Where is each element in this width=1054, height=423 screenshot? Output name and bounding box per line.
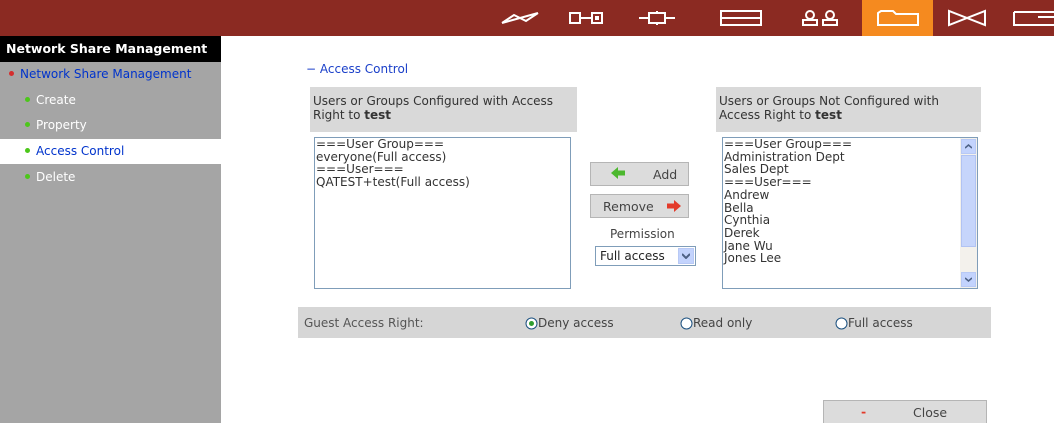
bullet-icon bbox=[25, 97, 30, 102]
remove-button-label: Remove bbox=[603, 199, 654, 214]
chevron-up-icon bbox=[965, 144, 972, 149]
guest-option-deny[interactable]: Deny access bbox=[525, 316, 614, 330]
close-button[interactable]: - Close bbox=[823, 400, 987, 423]
remove-button[interactable]: Remove bbox=[590, 194, 689, 218]
list-item[interactable]: Andrew bbox=[723, 189, 959, 202]
add-button[interactable]: Add bbox=[590, 162, 689, 186]
bullet-icon bbox=[9, 71, 14, 76]
configured-list[interactable]: ===User Group=== everyone(Full access) =… bbox=[314, 137, 571, 289]
not-configured-share-name: test bbox=[815, 108, 842, 122]
chevron-down-icon bbox=[965, 277, 972, 282]
guest-option-label: Deny access bbox=[538, 316, 614, 330]
radio-unchecked-icon[interactable] bbox=[835, 317, 848, 330]
list-item[interactable]: QATEST+test(Full access) bbox=[315, 176, 570, 189]
network-icon[interactable] bbox=[558, 0, 614, 36]
list-item[interactable]: ===User Group=== bbox=[315, 138, 570, 151]
configured-share-name: test bbox=[364, 108, 392, 122]
list-item[interactable]: ===User=== bbox=[723, 176, 959, 189]
sidebar-item-property[interactable]: Property bbox=[0, 113, 221, 138]
chevron-down-icon[interactable] bbox=[678, 248, 694, 264]
share-folder-icon[interactable] bbox=[862, 0, 933, 36]
users-icon[interactable] bbox=[790, 0, 850, 36]
scroll-thumb[interactable] bbox=[961, 155, 976, 247]
arrow-left-icon bbox=[611, 167, 625, 182]
quick-config-icon[interactable] bbox=[492, 0, 548, 36]
guest-access-label: Guest Access Right: bbox=[304, 316, 424, 330]
sidebar-item-label: Delete bbox=[36, 170, 76, 184]
add-button-label: Add bbox=[653, 167, 678, 182]
sidebar-item-create[interactable]: Create bbox=[0, 88, 221, 113]
sidebar-item-label: Access Control bbox=[36, 144, 125, 158]
list-item[interactable]: ===User Group=== bbox=[723, 138, 959, 151]
bullet-icon bbox=[25, 148, 30, 153]
top-navigation-bar bbox=[0, 0, 1054, 36]
list-item[interactable]: Jones Lee bbox=[723, 252, 959, 265]
applications-icon[interactable] bbox=[1010, 0, 1054, 36]
scroll-down-button[interactable] bbox=[961, 272, 976, 287]
arrow-right-icon bbox=[667, 200, 681, 215]
bullet-icon bbox=[25, 174, 30, 179]
close-icon: - bbox=[861, 404, 867, 419]
sidebar-header: Network Share Management bbox=[0, 36, 221, 62]
permission-select[interactable]: Full access bbox=[595, 246, 696, 266]
bullet-icon bbox=[25, 122, 30, 127]
vertical-scrollbar[interactable] bbox=[960, 138, 977, 288]
sidebar-item-label: Property bbox=[36, 118, 87, 132]
section-title[interactable]: − Access Control bbox=[306, 62, 408, 76]
sidebar-item-label: Create bbox=[36, 93, 76, 107]
guest-option-label: Read only bbox=[693, 316, 753, 330]
sidebar-item-access-control[interactable]: Access Control bbox=[0, 139, 221, 164]
device-icon[interactable] bbox=[628, 0, 686, 36]
guest-access-row: Guest Access Right: Deny access Read onl… bbox=[298, 307, 991, 338]
radio-checked-icon[interactable] bbox=[525, 317, 538, 330]
permission-select-value: Full access bbox=[600, 249, 665, 263]
close-button-label: Close bbox=[913, 405, 948, 420]
not-configured-header: Users or Groups Not Configured with Acce… bbox=[716, 87, 981, 132]
guest-option-full-access[interactable]: Full access bbox=[835, 316, 913, 330]
configured-header-text: Users or Groups Configured with Access R… bbox=[313, 94, 554, 122]
configured-header: Users or Groups Configured with Access R… bbox=[310, 87, 577, 132]
permission-label: Permission bbox=[610, 227, 675, 241]
sidebar-item-network-share-management[interactable]: Network Share Management bbox=[0, 62, 221, 87]
guest-option-read-only[interactable]: Read only bbox=[680, 316, 752, 330]
sidebar-item-delete[interactable]: Delete bbox=[0, 165, 221, 190]
guest-option-label: Full access bbox=[848, 316, 913, 330]
disk-icon[interactable] bbox=[710, 0, 772, 36]
radio-unchecked-icon[interactable] bbox=[680, 317, 693, 330]
services-icon[interactable] bbox=[938, 0, 996, 36]
not-configured-list[interactable]: ===User Group=== Administration Dept Sal… bbox=[722, 137, 978, 289]
list-item[interactable]: Derek bbox=[723, 227, 959, 240]
sidebar-item-label: Network Share Management bbox=[20, 67, 192, 81]
scroll-up-button[interactable] bbox=[961, 139, 976, 154]
